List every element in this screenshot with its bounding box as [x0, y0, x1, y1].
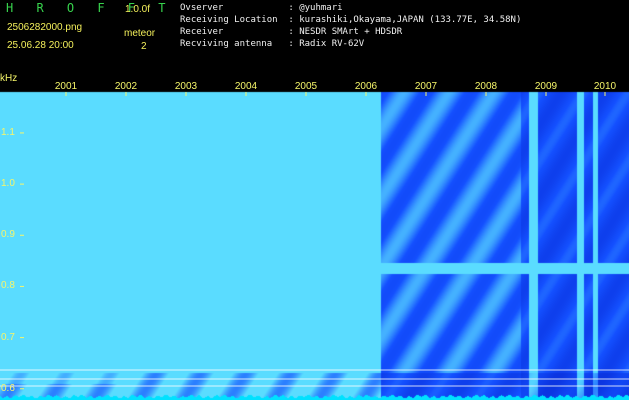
x-tick-label: 2003: [174, 81, 198, 92]
location-line: Receiving Location : kurashiki,Okayama,J…: [180, 15, 522, 25]
timestamp-label: 25.06.28 20:00: [7, 40, 74, 51]
mode-value: 2: [141, 41, 147, 52]
x-tick-label: 2004: [234, 81, 258, 92]
x-tick-label: 2002: [114, 81, 138, 92]
antenna-line: Recviving antenna : Radix RV-62V: [180, 39, 365, 49]
y-tick-label: 1.1: [1, 126, 15, 138]
x-tick-label: 2009: [534, 81, 558, 92]
x-tick-label: 2005: [294, 81, 318, 92]
observer-line: Ovserver : @yuhmari: [180, 3, 343, 13]
spectrogram-panel: kHz 2001 2002 2003 2004 2005 2006 2007 2008 2009…: [0, 74, 629, 400]
frequency-unit-label: kHz: [0, 73, 18, 84]
receiver-line: Receiver : NESDR SMArt + HDSDR: [180, 27, 403, 37]
x-tick-label: 2001: [54, 81, 78, 92]
filename-label: 2506282000.png: [7, 22, 83, 33]
x-tick-label: 2010: [593, 81, 617, 92]
mode-label: meteor: [124, 28, 156, 39]
x-tick-label: 2008: [474, 81, 498, 92]
spectrogram-heatmap: [0, 74, 629, 400]
hrofft-window: H R O F F T 1.0.0f 2506282000.png 25.06.…: [0, 0, 629, 400]
y-tick-label: 0.7: [1, 331, 15, 343]
y-tick-label: 0.9: [1, 229, 15, 241]
y-tick-label: 0.8: [1, 280, 15, 292]
version-label: 1.0.0f: [125, 4, 151, 15]
y-tick-label: 1.0: [1, 178, 15, 190]
x-tick-label: 2006: [354, 81, 378, 92]
y-tick-label: 0.6: [1, 382, 15, 394]
x-tick-label: 2007: [414, 81, 438, 92]
